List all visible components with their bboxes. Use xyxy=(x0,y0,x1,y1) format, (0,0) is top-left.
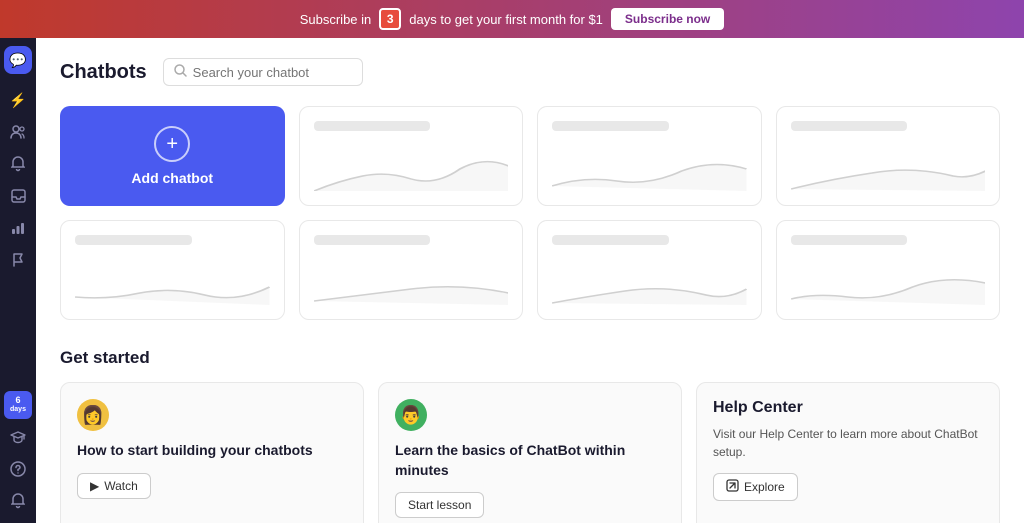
chatbot-card-7[interactable] xyxy=(776,220,1001,320)
banner-text-before: Subscribe in xyxy=(300,12,372,27)
add-icon: + xyxy=(154,126,190,162)
users-icon[interactable] xyxy=(4,118,32,146)
card-chart xyxy=(791,265,986,305)
chatbot-card-5[interactable] xyxy=(299,220,524,320)
help-center-card: Help Center Visit our Help Center to lea… xyxy=(696,382,1000,523)
inbox-icon[interactable] xyxy=(4,182,32,210)
app-logo: 💬 xyxy=(4,46,32,74)
play-icon: ▶ xyxy=(90,479,99,493)
help-circle-icon[interactable] xyxy=(4,455,32,483)
card-chart xyxy=(314,265,509,305)
lesson-card-title: Learn the basics of ChatBot within minut… xyxy=(395,441,665,480)
explore-label: Explore xyxy=(744,480,785,494)
chatbot-card-1[interactable] xyxy=(299,106,524,206)
search-icon xyxy=(174,64,187,80)
card-skeleton xyxy=(791,235,908,245)
section-title: Get started xyxy=(60,348,1000,368)
help-center-title: Help Center xyxy=(713,399,983,417)
lesson-avatar: 👨 xyxy=(395,399,427,431)
help-center-description: Visit our Help Center to learn more abou… xyxy=(713,425,983,461)
chatbot-card-2[interactable] xyxy=(537,106,762,206)
card-skeleton xyxy=(314,235,431,245)
subscribe-now-button[interactable]: Subscribe now xyxy=(611,8,724,30)
chatbot-card-6[interactable] xyxy=(537,220,762,320)
card-chart xyxy=(791,151,986,191)
card-skeleton xyxy=(75,235,192,245)
watch-avatar: 👩 xyxy=(77,399,109,431)
search-input[interactable] xyxy=(193,65,352,80)
add-chatbot-card[interactable]: + Add chatbot xyxy=(60,106,285,206)
subscribe-banner: Subscribe in 3 days to get your first mo… xyxy=(0,0,1024,38)
get-started-section: Get started 👩 How to start building your… xyxy=(60,348,1000,523)
graduate-icon[interactable] xyxy=(4,423,32,451)
start-lesson-button[interactable]: Start lesson xyxy=(395,492,484,518)
card-chart xyxy=(552,265,747,305)
sidebar: 💬 ⚡ xyxy=(0,38,36,523)
flag-icon[interactable] xyxy=(4,246,32,274)
page-title: Chatbots xyxy=(60,61,147,84)
card-skeleton xyxy=(552,121,669,131)
get-started-grid: 👩 How to start building your chatbots ▶ … xyxy=(60,382,1000,523)
watch-button[interactable]: ▶ Watch xyxy=(77,473,151,499)
chatbot-card-4[interactable] xyxy=(60,220,285,320)
trial-days-badge[interactable]: 6 days xyxy=(4,391,32,419)
card-skeleton xyxy=(791,121,908,131)
watch-card-title: How to start building your chatbots xyxy=(77,441,347,461)
add-chatbot-label: Add chatbot xyxy=(131,170,213,186)
chatbot-grid: + Add chatbot xyxy=(60,106,1000,320)
chatbot-card-3[interactable] xyxy=(776,106,1001,206)
bell-icon[interactable] xyxy=(4,150,32,178)
page-header: Chatbots xyxy=(60,58,1000,86)
watch-button-label: Watch xyxy=(104,479,138,493)
lesson-card: 👨 Learn the basics of ChatBot within min… xyxy=(378,382,682,523)
card-chart xyxy=(314,151,509,191)
watch-card: 👩 How to start building your chatbots ▶ … xyxy=(60,382,364,523)
flash-icon[interactable]: ⚡ xyxy=(4,86,32,114)
card-chart xyxy=(552,151,747,191)
card-chart xyxy=(75,265,270,305)
days-count-badge: 3 xyxy=(379,8,401,30)
card-skeleton xyxy=(314,121,431,131)
chart-icon[interactable] xyxy=(4,214,32,242)
notification-bell-icon[interactable] xyxy=(4,487,32,515)
explore-button[interactable]: Explore xyxy=(713,473,798,501)
start-lesson-label: Start lesson xyxy=(408,498,471,512)
card-skeleton xyxy=(552,235,669,245)
search-box[interactable] xyxy=(163,58,363,86)
content-area: Chatbots + Add chatbot xyxy=(36,38,1024,523)
main-layout: 💬 ⚡ xyxy=(0,38,1024,523)
sidebar-bottom: 6 days xyxy=(4,391,32,515)
banner-text-after: days to get your first month for $1 xyxy=(409,12,603,27)
explore-icon xyxy=(726,479,739,495)
